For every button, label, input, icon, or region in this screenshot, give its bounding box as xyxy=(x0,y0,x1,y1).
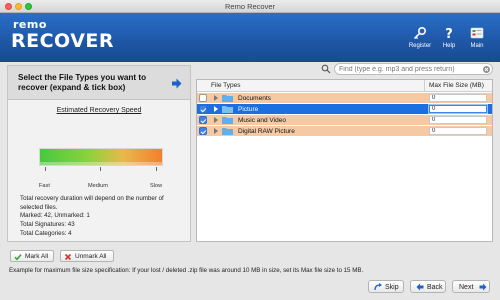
tree-row-documents[interactable]: Documents xyxy=(197,93,492,103)
checkmark-icon xyxy=(14,254,22,261)
folder-icon xyxy=(222,95,233,102)
total-signatures: Total Signatures: 43 xyxy=(20,221,75,228)
digital-raw-label: Digital RAW Picture xyxy=(238,127,295,135)
total-categories: Total Categories: 4 xyxy=(20,230,72,237)
tree-header: File Types Max File Size (MB) xyxy=(197,80,492,92)
expand-arrow-icon[interactable] xyxy=(214,106,218,112)
speed-label-medium: Medium xyxy=(88,183,108,189)
expand-arrow-icon[interactable] xyxy=(214,128,218,134)
select-file-types-heading: Select the File Types you want to recove… xyxy=(18,73,147,92)
skip-button[interactable]: Skip xyxy=(368,280,404,293)
logo-recover: RECOVER xyxy=(11,30,115,52)
column-divider xyxy=(424,80,425,91)
window-title: Remo Recover xyxy=(224,2,276,11)
marked-count: Marked: 42, Unmarked: 1 xyxy=(20,212,90,219)
documents-checkbox[interactable] xyxy=(199,94,207,102)
file-types-tree: File Types Max File Size (MB) Documents … xyxy=(196,79,493,242)
column-max-file-size: Max File Size (MB) xyxy=(429,82,484,89)
help-label: Help xyxy=(442,43,456,49)
clear-search-icon[interactable] xyxy=(483,66,490,73)
tree-row-music-video[interactable]: Music and Video xyxy=(197,115,492,125)
mark-all-label: Mark All xyxy=(25,253,49,260)
next-label: Next xyxy=(459,283,474,291)
speed-label-slow: Slow xyxy=(150,183,163,189)
arrow-right-icon xyxy=(172,78,182,89)
cross-icon xyxy=(64,253,72,261)
folder-icon xyxy=(222,128,233,135)
tree-row-digital-raw[interactable]: Digital RAW Picture xyxy=(197,126,492,136)
speed-tick-medium xyxy=(100,167,101,171)
picture-label: Picture xyxy=(238,105,259,113)
search-options-icon[interactable] xyxy=(321,64,331,74)
back-label: Back xyxy=(427,283,443,291)
unmark-all-label: Unmark All xyxy=(75,253,107,260)
speed-gradient-bar xyxy=(39,148,163,166)
digital-raw-checkbox[interactable] xyxy=(199,127,207,135)
back-button[interactable]: Back xyxy=(410,280,446,293)
music-video-checkbox[interactable] xyxy=(199,116,207,124)
documents-max-size-input[interactable] xyxy=(429,94,487,102)
expand-arrow-icon[interactable] xyxy=(214,117,218,123)
arrow-right-icon xyxy=(479,283,487,291)
speed-tick-slow xyxy=(156,167,157,171)
speed-label-fast: Fast xyxy=(39,183,50,189)
main-menu-icon xyxy=(470,27,484,39)
duration-note: Total recovery duration will depend on t… xyxy=(20,195,164,211)
svg-text:?: ? xyxy=(445,27,453,40)
search-bar xyxy=(321,63,493,75)
register-label: Register xyxy=(408,43,432,49)
title-bar: Remo Recover xyxy=(0,0,500,13)
register-button[interactable]: Register xyxy=(405,26,435,49)
help-icon: ? xyxy=(445,27,453,40)
picture-max-size-input[interactable] xyxy=(429,105,487,113)
left-info-panel: Select the File Types you want to recove… xyxy=(7,65,191,242)
arrow-left-icon xyxy=(416,283,424,291)
documents-label: Documents xyxy=(238,94,271,102)
skip-label: Skip xyxy=(385,283,399,291)
max-size-example-text: Example for maximum file size specificat… xyxy=(9,267,364,274)
music-video-label: Music and Video xyxy=(238,116,286,124)
skip-icon xyxy=(374,283,382,291)
main-label: Main xyxy=(470,43,484,49)
left-panel-header: Select the File Types you want to recove… xyxy=(8,66,190,100)
expand-arrow-icon[interactable] xyxy=(214,95,218,101)
music-video-max-size-input[interactable] xyxy=(429,116,487,124)
mark-all-button[interactable]: Mark All xyxy=(10,250,54,262)
picture-checkbox[interactable] xyxy=(199,105,207,113)
column-file-types: File Types xyxy=(211,82,241,89)
unmark-all-button[interactable]: Unmark All xyxy=(60,250,114,262)
digital-raw-max-size-input[interactable] xyxy=(429,127,487,135)
tree-row-picture[interactable]: Picture xyxy=(197,104,492,114)
app-header: remo RECOVER Register ? Help Main xyxy=(0,13,500,62)
search-field-wrap xyxy=(334,63,493,75)
speed-tick-fast xyxy=(45,167,46,171)
next-button[interactable]: Next xyxy=(452,280,490,293)
estimated-speed-label: Estimated Recovery Speed xyxy=(56,107,142,114)
main-menu-button[interactable]: Main xyxy=(462,26,492,49)
folder-icon xyxy=(222,106,233,113)
folder-icon xyxy=(222,117,233,124)
help-button[interactable]: ? Help xyxy=(434,26,464,49)
search-input[interactable] xyxy=(339,65,479,74)
key-icon xyxy=(413,26,427,40)
